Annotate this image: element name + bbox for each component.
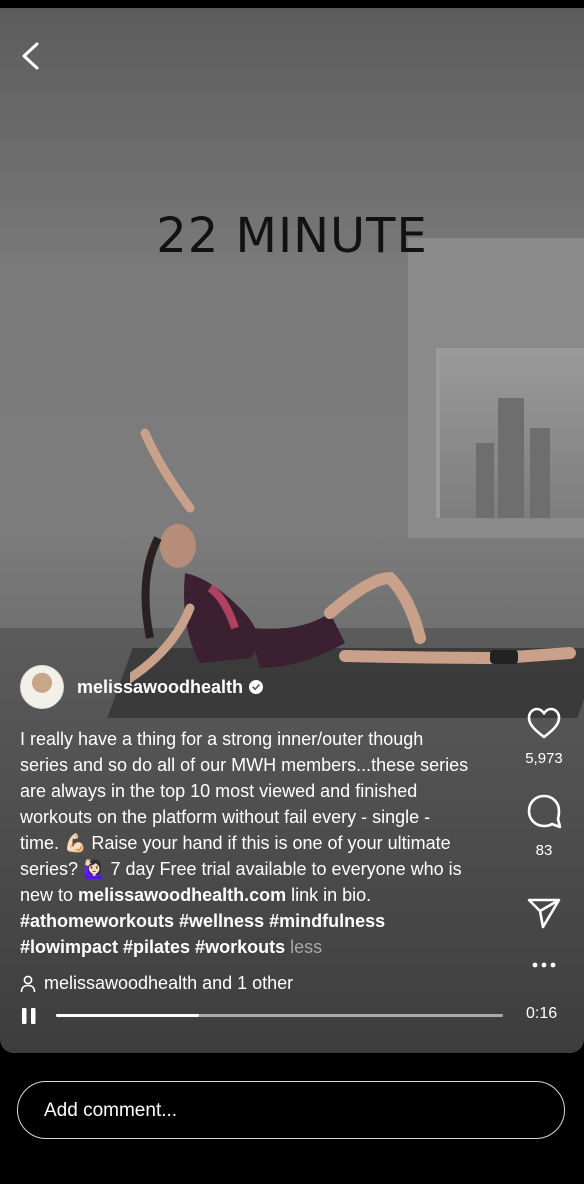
more-options[interactable] — [520, 958, 568, 972]
back-arrow-icon[interactable] — [18, 38, 46, 74]
heart-icon[interactable] — [526, 706, 562, 740]
post-caption: I really have a thing for a strong inner… — [20, 726, 520, 960]
hashtags[interactable]: #lowimpact #pilates #workouts — [20, 937, 285, 957]
less-link[interactable]: less — [290, 937, 322, 957]
collab-text[interactable]: melissawoodhealth and 1 other — [44, 973, 293, 994]
verified-badge-icon — [249, 680, 264, 694]
like-action[interactable]: 5,973 — [520, 706, 568, 767]
more-dots-icon[interactable] — [529, 958, 559, 972]
send-icon[interactable] — [526, 896, 562, 930]
progress-track[interactable] — [56, 1014, 503, 1017]
caption-line: #lowimpact #pilates #workouts less — [20, 934, 520, 960]
like-count: 5,973 — [525, 750, 563, 767]
caption-text: new to — [20, 885, 79, 905]
share-action[interactable] — [520, 896, 568, 930]
progress-fill — [56, 1014, 200, 1017]
caption-line: series and so do all of our MWH members.… — [20, 755, 469, 775]
caption-line: series? 🙋🏻‍♀️ 7 day Free trial available… — [20, 859, 462, 879]
collab-tag[interactable]: melissawoodhealth and 1 other — [20, 973, 293, 994]
playback-time: 0:16 — [526, 1005, 558, 1022]
video-overlay-title: 22 MINUTE — [156, 208, 428, 264]
caption-line: new to melissawoodhealth.com link in bio… — [20, 882, 520, 908]
caption-link[interactable]: melissawoodhealth.com — [78, 885, 286, 905]
comment-input[interactable] — [42, 1095, 536, 1127]
caption-line: are always in the top 10 most viewed and… — [20, 781, 418, 801]
caption-text: link in bio. — [286, 885, 372, 905]
username[interactable]: melissawoodhealth — [77, 677, 243, 698]
post-author[interactable]: melissawoodhealth — [20, 665, 264, 709]
comment-box[interactable] — [17, 1081, 565, 1139]
caption-line: workouts on the platform without fail ev… — [20, 807, 431, 827]
caption-line: I really have a thing for a strong inner… — [20, 729, 424, 749]
comment-action[interactable]: 83 — [520, 792, 568, 859]
comment-count: 83 — [535, 842, 553, 859]
hashtags[interactable]: #athomeworkouts #wellness #mindfulness — [20, 908, 520, 934]
pause-icon[interactable] — [20, 1007, 38, 1025]
avatar[interactable] — [20, 665, 64, 709]
comment-bubble-icon[interactable] — [525, 792, 563, 830]
playback-bar: 0:16 — [0, 1003, 584, 1029]
video-player[interactable]: 22 MINUTE melissawoodhealth I really hav… — [0, 8, 584, 1053]
person-icon — [20, 975, 36, 992]
caption-line: time. 💪🏻 Raise your hand if this is one … — [20, 833, 451, 853]
